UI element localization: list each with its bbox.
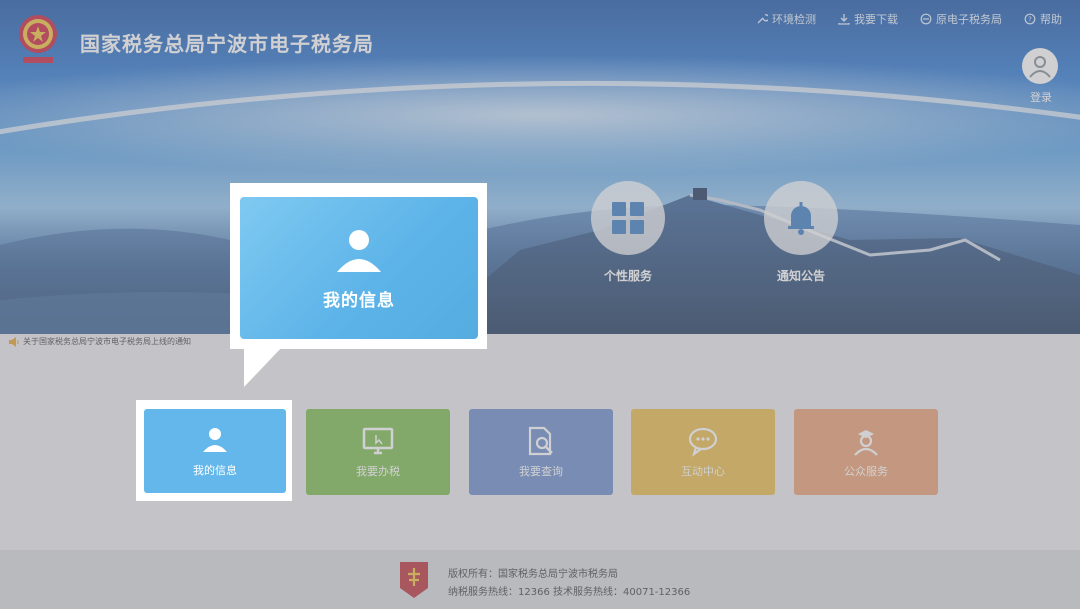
user-icon bbox=[203, 428, 227, 452]
callout-pointer bbox=[244, 345, 284, 387]
notice-announcement-button[interactable]: 通知公告 bbox=[763, 181, 839, 284]
notice-text: 关于国家税务总局宁波市电子税务局上线的通知 bbox=[23, 337, 191, 346]
bell-icon bbox=[788, 202, 814, 235]
tile-query[interactable]: 我要查询 bbox=[469, 409, 613, 495]
highlighted-tile-my-info[interactable]: 我的信息 bbox=[144, 409, 286, 493]
help-label: 帮助 bbox=[1040, 13, 1062, 26]
help-link[interactable]: ? 帮助 bbox=[1024, 11, 1062, 27]
notice-announcement-circle bbox=[764, 181, 838, 255]
tile-public-service-label: 公众服务 bbox=[844, 465, 888, 478]
old-etax-link[interactable]: 原电子税务局 bbox=[920, 11, 1002, 27]
user-icon bbox=[337, 229, 381, 272]
top-links: 环境检测 我要下载 原电子税务局 ? 帮助 bbox=[756, 11, 1062, 27]
footer-text: 版权所有：国家税务总局宁波市税务局 纳税服务热线：12366 技术服务热线：40… bbox=[448, 566, 690, 602]
notice-marquee[interactable]: 关于国家税务总局宁波市电子税务局上线的通知 bbox=[9, 336, 191, 347]
tile-tax-handling-label: 我要办税 bbox=[356, 465, 400, 478]
callout-my-info[interactable]: 我的信息 bbox=[240, 197, 478, 339]
site-title: 国家税务总局宁波市电子税务局 bbox=[80, 32, 374, 56]
notice-announcement-label: 通知公告 bbox=[776, 269, 825, 283]
login-label: 登录 bbox=[1030, 91, 1052, 104]
login-button[interactable]: 登录 bbox=[1022, 48, 1060, 105]
env-check-link[interactable]: 环境检测 bbox=[756, 11, 816, 27]
chat-icon bbox=[688, 427, 718, 457]
people-icon bbox=[854, 430, 878, 456]
document-search-icon bbox=[528, 426, 553, 456]
env-check-label: 环境检测 bbox=[772, 13, 816, 26]
old-etax-label: 原电子税务局 bbox=[936, 13, 1002, 26]
footer-emblem-icon bbox=[400, 562, 428, 598]
download-link[interactable]: 我要下载 bbox=[838, 11, 898, 27]
avatar bbox=[1022, 48, 1058, 84]
personal-service-button[interactable]: 个性服务 bbox=[590, 181, 666, 284]
tile-query-label: 我要查询 bbox=[519, 465, 563, 478]
tile-tax-handling[interactable]: 我要办税 bbox=[306, 409, 450, 495]
copyright-text: 版权所有：国家税务总局宁波市税务局 bbox=[448, 569, 618, 580]
tax-bureau-emblem-icon bbox=[19, 15, 57, 63]
hotline-text: 纳税服务热线：12366 技术服务热线：40071-12366 bbox=[448, 587, 691, 598]
tile-interaction-center[interactable]: 互动中心 bbox=[631, 409, 775, 495]
help-icon: ? bbox=[1024, 13, 1036, 25]
svg-text:?: ? bbox=[1028, 16, 1032, 24]
monitor-icon bbox=[362, 427, 394, 455]
header-banner: 国家税务总局宁波市电子税务局 环境检测 我要下载 原电子税务局 ? 帮助 登录 bbox=[0, 0, 1080, 334]
download-icon bbox=[838, 14, 850, 25]
callout-label: 我的信息 bbox=[323, 290, 395, 311]
wrench-icon bbox=[757, 14, 768, 24]
switch-icon bbox=[920, 13, 932, 25]
download-label: 我要下载 bbox=[854, 13, 898, 26]
tile-interaction-center-label: 互动中心 bbox=[681, 465, 725, 478]
highlighted-tile-label: 我的信息 bbox=[193, 464, 237, 477]
user-avatar-icon bbox=[1029, 56, 1051, 78]
speaker-icon bbox=[9, 336, 19, 347]
tile-public-service[interactable]: 公众服务 bbox=[794, 409, 938, 495]
personal-service-label: 个性服务 bbox=[603, 269, 652, 283]
personal-service-circle bbox=[591, 181, 665, 255]
grid-icon bbox=[612, 202, 644, 234]
